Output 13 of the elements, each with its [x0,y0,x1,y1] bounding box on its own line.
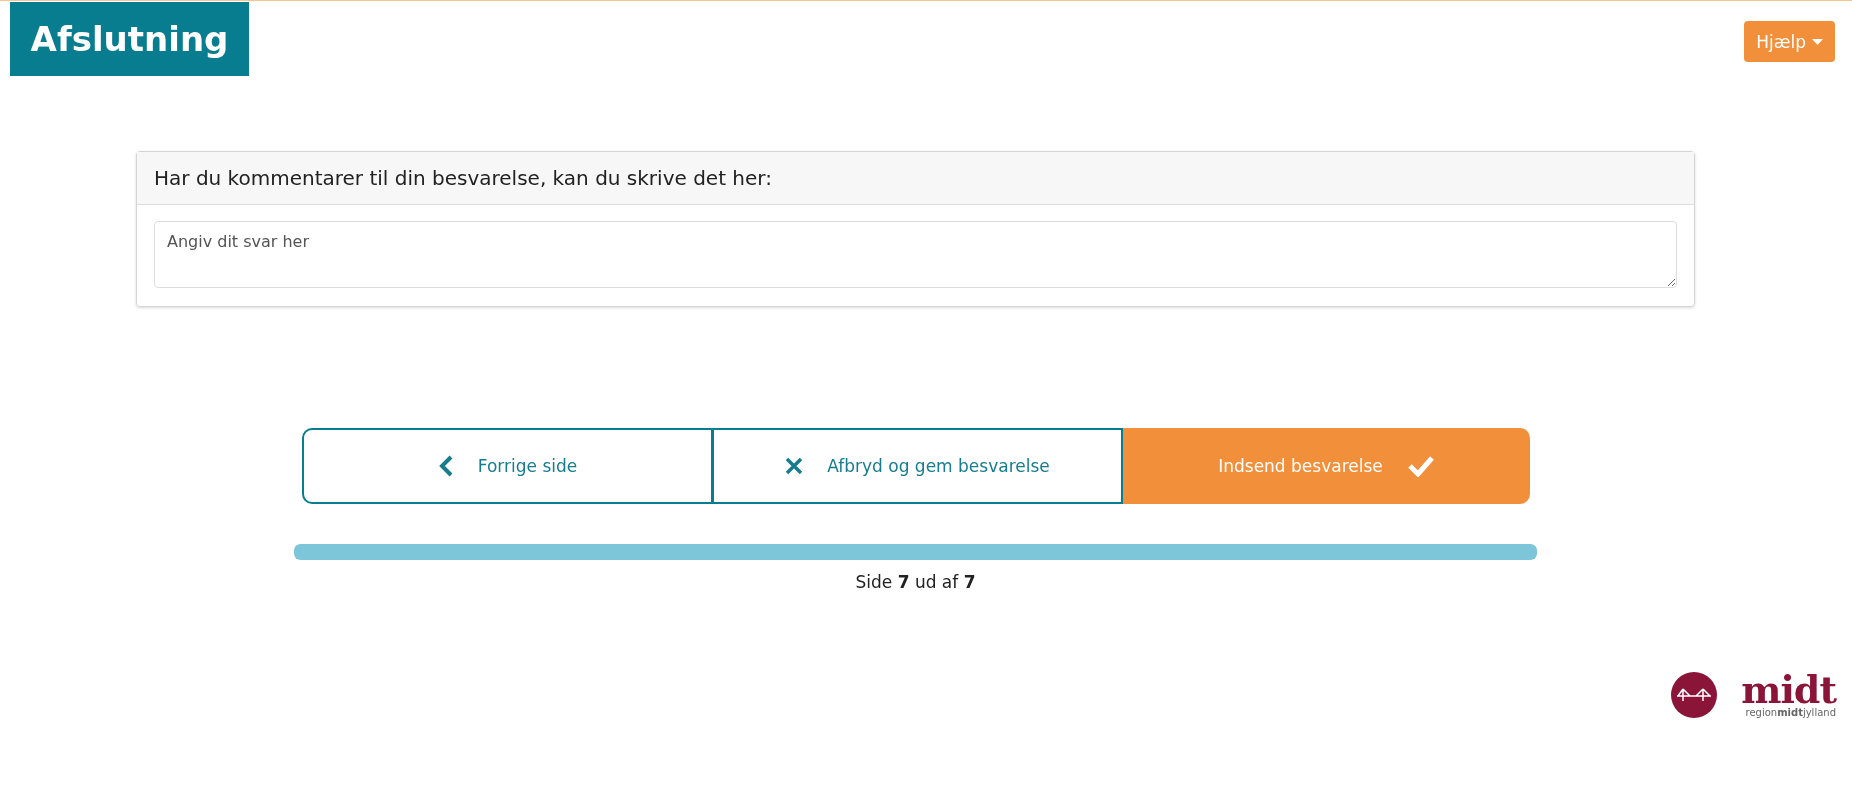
logo-tagline: regionmidtjylland [1745,706,1836,718]
chevron-left-icon [437,455,454,477]
logo-wordmark: midt [1741,672,1836,707]
page-indicator: Side 7 ud af 7 [854,572,977,592]
question-label: Har du kommentarer til din besvarelse, kan du skrive det her: [137,152,1694,205]
previous-page-button[interactable]: Forrige side [302,428,712,504]
page-title: Afslutning [10,2,249,76]
checkmark-icon [1406,455,1435,477]
bridge-logo-icon [1671,672,1718,718]
cancel-button[interactable]: Afbryd og gem besvarelse [712,428,1123,504]
answer-field[interactable]: Angiv dit svar her [154,221,1677,288]
caret-icon [1812,38,1823,45]
close-icon [785,457,804,475]
